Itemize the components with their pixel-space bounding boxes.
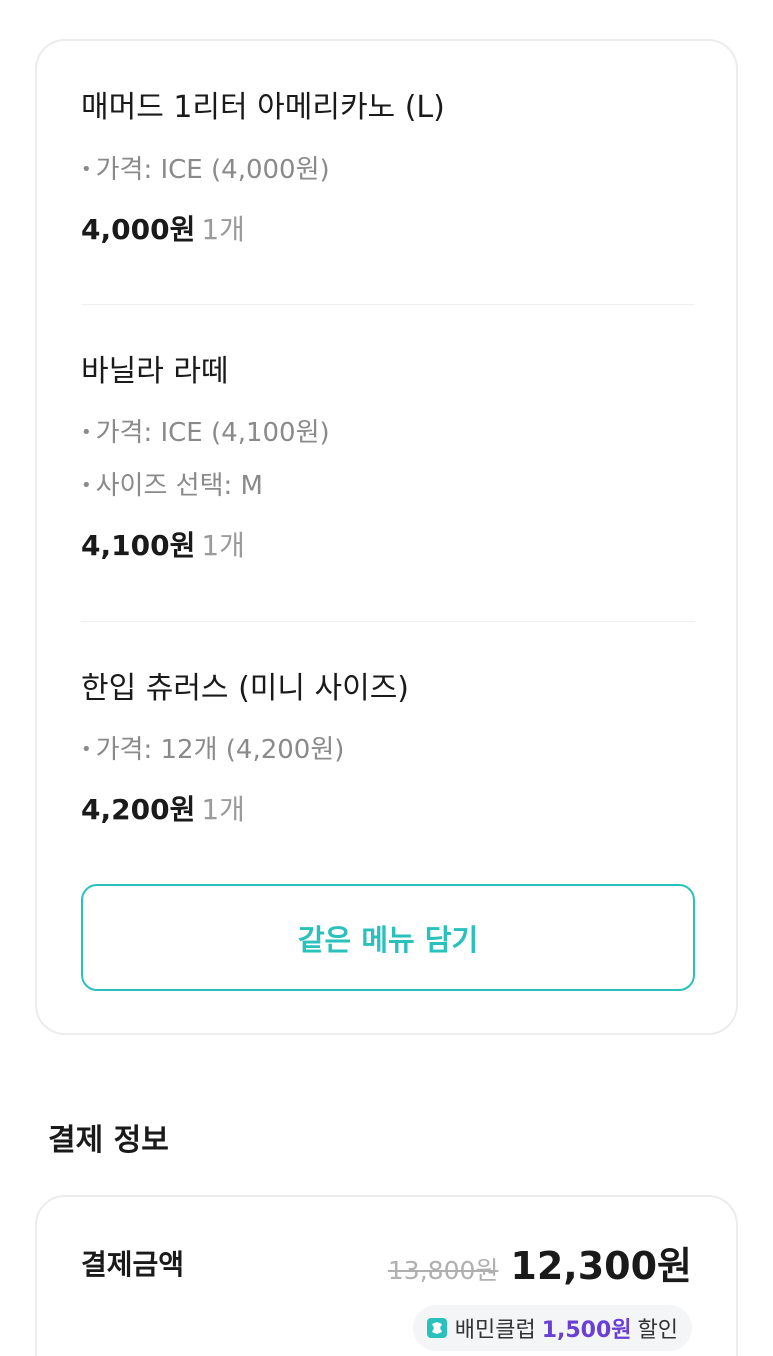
menu-item-option: • 가격: ICE (4,100원) — [81, 418, 330, 448]
divider — [81, 621, 695, 622]
menu-item-option: • 가격: ICE (4,000원) — [81, 155, 330, 185]
menu-item-name: 한입 츄러스 (미니 사이즈) — [81, 671, 410, 706]
add-same-menu-button[interactable]: 같은 메뉴 담기 — [81, 884, 695, 991]
menu-item-quantity: 1개 — [201, 529, 245, 562]
menu-item-price-row: 4,000원 1개 — [81, 211, 695, 253]
baemin-club-icon — [426, 1318, 447, 1338]
menu-item-option: • 사이즈 선택: M — [81, 471, 263, 501]
menu-item-name: 바닐라 라떼 — [81, 354, 229, 389]
original-price: 13,800원 — [387, 1256, 499, 1285]
payment-amounts: 13,800원 12,300원 — [388, 1235, 692, 1290]
club-badge-suffix: 할인 — [637, 1318, 678, 1343]
order-card: 매머드 1리터 아메리카노 (L) • 가격: ICE (4,000원) 4,00… — [35, 39, 738, 1035]
menu-item[interactable]: 바닐라 라떼 • 가격: ICE (4,100원) • 사이즈 선택: M 4,10… — [81, 353, 695, 569]
menu-item-quantity: 1개 — [201, 793, 245, 826]
club-discount-amount: 1,500원 — [541, 1318, 632, 1343]
payment-info-title: 결제 정보 — [48, 1123, 169, 1158]
club-badge-prefix: 배민클럽 — [454, 1318, 536, 1343]
menu-item-price-row: 4,100원 1개 — [81, 527, 695, 569]
menu-item-price-row: 4,200원 1개 — [81, 791, 695, 833]
final-price: 12,300원 — [510, 1244, 692, 1288]
menu-item[interactable]: 한입 츄러스 (미니 사이즈) • 가격: 12개 (4,200원) 4,200원… — [81, 670, 695, 833]
menu-item-quantity: 1개 — [201, 213, 245, 246]
baemin-club-discount-badge: 배민클럽 1,500원 할인 — [412, 1305, 692, 1351]
menu-item-price: 4,200원 — [81, 793, 196, 826]
divider — [81, 304, 695, 305]
menu-item[interactable]: 매머드 1리터 아메리카노 (L) • 가격: ICE (4,000원) 4,00… — [81, 89, 695, 253]
payment-amount-label: 결제금액 — [81, 1248, 185, 1281]
menu-item-name: 매머드 1리터 아메리카노 (L) — [81, 90, 445, 125]
menu-item-price: 4,000원 — [81, 213, 196, 246]
menu-item-price: 4,100원 — [81, 529, 196, 562]
menu-item-option: • 가격: 12개 (4,200원) — [81, 735, 345, 765]
payment-card: 결제금액 13,800원 12,300원 배민클럽 1,500원 할인 — [35, 1195, 738, 1356]
